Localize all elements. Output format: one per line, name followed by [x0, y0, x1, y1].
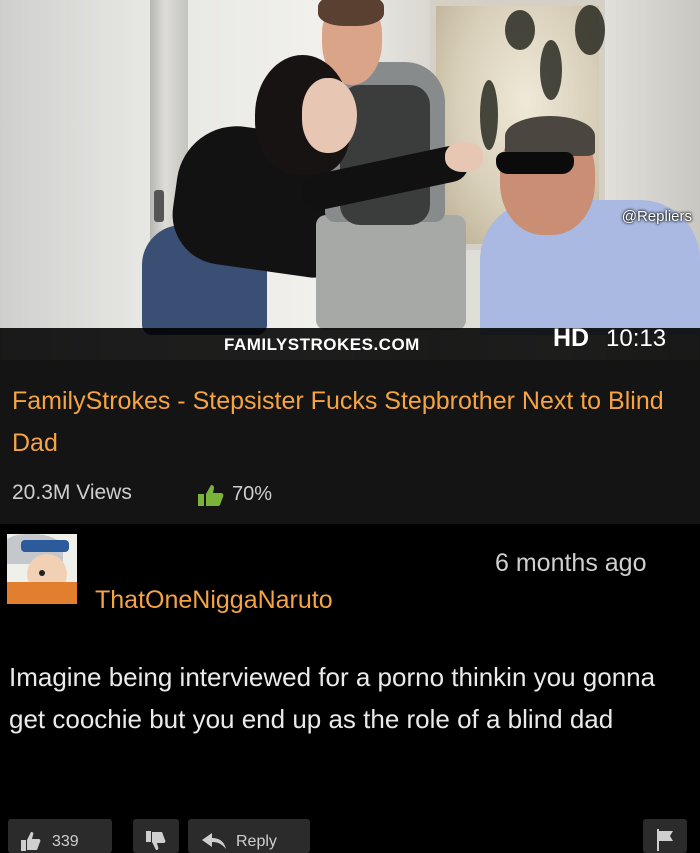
- dislike-button[interactable]: [133, 819, 179, 853]
- comment-username[interactable]: ThatOneNiggaNaruto: [95, 586, 333, 615]
- video-duration: 10:13: [606, 325, 667, 352]
- thumbnail-plant: [480, 80, 498, 150]
- avatar-jacket: [7, 582, 77, 604]
- video-thumbnail[interactable]: @Repliers FAMILYSTROKES.COM HD 10:13: [0, 0, 700, 360]
- thumbnail-person: [316, 215, 466, 330]
- avatar-eye: [39, 570, 45, 576]
- thumbnail-person: [505, 116, 595, 156]
- view-count: 20.3M Views: [12, 481, 132, 504]
- comment-text: Imagine being interviewed for a porno th…: [9, 662, 656, 734]
- thumbnail-door-lock: [154, 190, 164, 222]
- reply-button[interactable]: Reply: [188, 819, 310, 853]
- watermark: @Repliers: [621, 208, 692, 225]
- thumbnail-plant: [505, 10, 535, 50]
- video-title[interactable]: FamilyStrokes - Stepsister Fucks Stepbro…: [12, 380, 672, 464]
- avatar-headband: [21, 540, 69, 552]
- like-count: 339: [52, 833, 79, 850]
- thumbnail-plant: [575, 5, 605, 55]
- thumbnail-plant: [540, 40, 562, 100]
- thumbs-up-icon: [198, 485, 224, 506]
- flag-icon: [657, 829, 673, 851]
- rating-percent: 70%: [232, 483, 273, 505]
- comment-timestamp: 6 months ago: [495, 549, 647, 577]
- site-label: FAMILYSTROKES.COM: [224, 335, 420, 354]
- thumbs-up-icon: [21, 832, 41, 851]
- like-button[interactable]: 339: [8, 819, 112, 853]
- flag-button[interactable]: [643, 819, 687, 853]
- thumbnail-person: [318, 0, 384, 26]
- reply-label: Reply: [236, 833, 277, 850]
- avatar[interactable]: [7, 534, 77, 604]
- reply-arrow-icon: [202, 833, 226, 849]
- thumbnail-person: [302, 78, 357, 153]
- thumbnail-person: [445, 142, 483, 172]
- sunglasses: [496, 152, 574, 174]
- hd-badge: HD: [553, 324, 590, 352]
- thumbs-down-icon: [146, 831, 166, 850]
